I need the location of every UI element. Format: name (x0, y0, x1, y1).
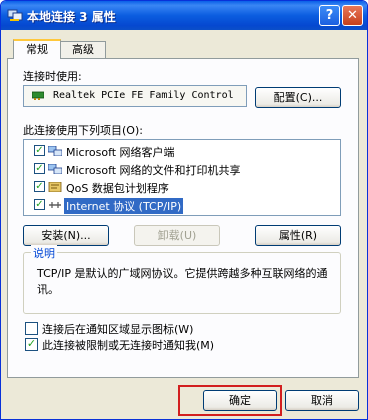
properties-dialog: 本地连接 3 属性 ? ✕ 常规 高级 连接时使用: Realtek PCIe … (0, 0, 368, 420)
notify-limited-checkbox[interactable]: ✓ (25, 338, 38, 351)
description-legend: 说明 (31, 245, 57, 261)
uninstall-button[interactable]: 卸载(U) (134, 225, 220, 246)
tab-general[interactable]: 常规 (13, 39, 61, 59)
description-text: TCP/IP 是默认的广域网协议。它提供跨越多种互联网络的通讯。 (37, 267, 328, 296)
title-bar[interactable]: 本地连接 3 属性 ? ✕ (1, 1, 367, 30)
list-item[interactable]: ✓ Microsoft 网络的文件和打印机共享 (24, 160, 340, 178)
components-list[interactable]: ✓ Microsoft 网络客户端 ✓ Microsoft 网络的文件和打印机共… (23, 139, 341, 216)
item-checkbox[interactable]: ✓ (34, 199, 45, 210)
configure-button[interactable]: 配置(C)... (255, 87, 341, 108)
list-item[interactable]: ✓ Internet 协议 (TCP/IP) (24, 196, 340, 214)
list-item[interactable]: ✓ QoS 数据包计划程序 (24, 178, 340, 196)
qos-scheduler-icon (48, 182, 62, 192)
properties-button[interactable]: 属性(R) (255, 225, 341, 246)
item-checkbox[interactable]: ✓ (34, 181, 45, 192)
items-label: 此连接使用下列项目(O): (23, 124, 143, 137)
item-label: Microsoft 网络的文件和打印机共享 (66, 164, 241, 177)
item-checkbox[interactable]: ✓ (34, 163, 45, 174)
adapter-field: Realtek PCIe FE Family Control (23, 85, 247, 107)
network-connection-icon (7, 9, 23, 21)
close-button[interactable]: ✕ (342, 5, 363, 26)
network-client-icon (48, 146, 62, 156)
item-label: Internet 协议 (TCP/IP) (64, 198, 184, 214)
show-icon-checkbox[interactable] (25, 322, 38, 335)
tab-advanced[interactable]: 高级 (60, 41, 106, 59)
window-title: 本地连接 3 属性 (27, 10, 116, 24)
connect-using-label: 连接时使用: (23, 70, 82, 83)
network-adapter-icon (32, 91, 44, 100)
notify-limited-label[interactable]: 此连接被限制或无连接时通知我(M) (42, 337, 214, 353)
show-icon-label[interactable]: 连接后在通知区域显示图标(W) (42, 321, 193, 337)
item-label: Microsoft 网络客户端 (66, 146, 175, 159)
item-checkbox[interactable]: ✓ (34, 145, 45, 156)
cancel-button[interactable]: 取消 (285, 390, 359, 411)
ok-button[interactable]: 确定 (203, 390, 277, 411)
protocol-icon (49, 202, 61, 208)
install-button[interactable]: 安装(N)... (23, 225, 109, 246)
help-button[interactable]: ? (319, 5, 340, 26)
file-printer-sharing-icon (48, 164, 62, 174)
list-item[interactable]: ✓ Microsoft 网络客户端 (24, 142, 340, 160)
adapter-name: Realtek PCIe FE Family Control (53, 90, 234, 101)
item-label: QoS 数据包计划程序 (66, 182, 169, 195)
